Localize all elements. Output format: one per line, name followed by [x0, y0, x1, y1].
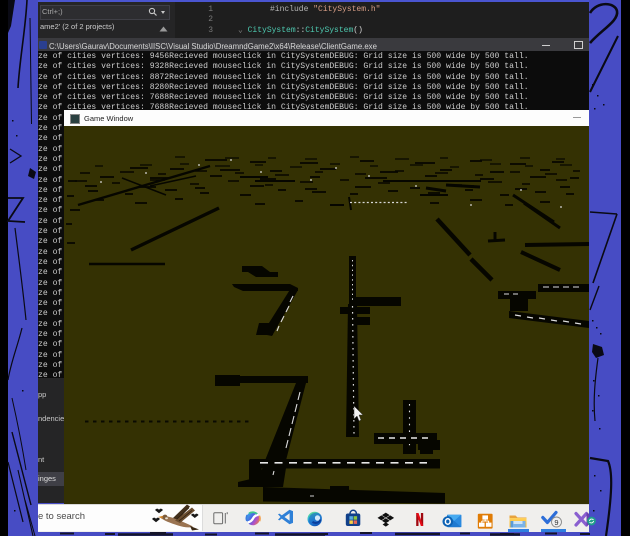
svg-text:9: 9: [554, 517, 558, 526]
